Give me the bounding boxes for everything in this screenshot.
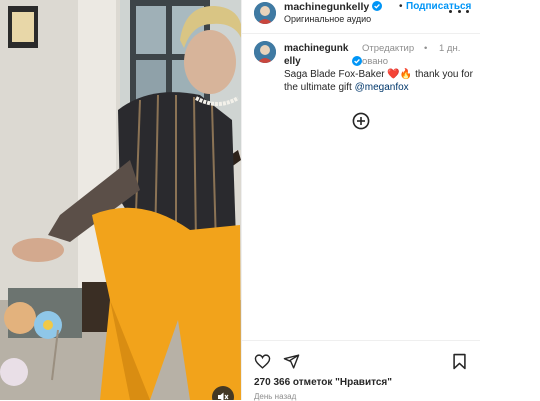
verified-badge-icon <box>372 1 383 11</box>
original-audio-link[interactable]: Оригинальное аудио <box>284 14 371 24</box>
more-icon <box>457 9 461 13</box>
verified-badge-icon <box>352 56 362 66</box>
caption-username[interactable]: machinegunkelly <box>284 43 362 68</box>
caption-text-before: Saga Blade Fox-Baker <box>284 69 385 80</box>
likes-count[interactable]: 270 366 отметок "Нравится" <box>254 377 392 388</box>
caption-timestamp[interactable]: 1 дн. <box>439 43 461 56</box>
post-header: machinegunkelly • Подписаться Оригинальн… <box>242 0 481 34</box>
mention-link[interactable]: @meganfox <box>355 82 409 93</box>
more-options-button[interactable] <box>449 4 469 18</box>
edited-label: Отредактировано <box>362 43 415 67</box>
caption-text: Saga Blade Fox-Baker ❤️🔥 thank you for t… <box>284 68 474 94</box>
avatar[interactable] <box>254 2 276 24</box>
header-username[interactable]: machinegunkelly <box>284 1 383 13</box>
avatar-image <box>254 41 276 63</box>
plus-circle-icon[interactable] <box>352 112 370 130</box>
share-icon[interactable] <box>283 353 300 370</box>
more-icon <box>466 9 469 13</box>
heart-icon[interactable] <box>254 353 271 370</box>
header-username-text[interactable]: machinegunkelly <box>284 1 369 13</box>
post-media-video[interactable] <box>0 0 241 400</box>
post-actions: 270 366 отметок "Нравится" День назад <box>242 340 481 401</box>
header-separator-dot: • <box>399 1 403 12</box>
page-right-gutter <box>480 0 540 400</box>
video-frame <box>0 0 241 400</box>
post-side-panel: machinegunkelly • Подписаться Оригинальн… <box>241 0 481 401</box>
mute-icon <box>218 392 229 400</box>
caption-username-text[interactable]: machinegunkelly <box>284 43 348 67</box>
avatar-image <box>254 2 276 24</box>
caption-emoji: ❤️🔥 <box>387 69 413 80</box>
caption-separator-dot: • <box>424 43 428 54</box>
caption-avatar[interactable] <box>254 41 276 63</box>
bookmark-icon[interactable] <box>452 353 467 370</box>
more-icon <box>449 9 452 13</box>
